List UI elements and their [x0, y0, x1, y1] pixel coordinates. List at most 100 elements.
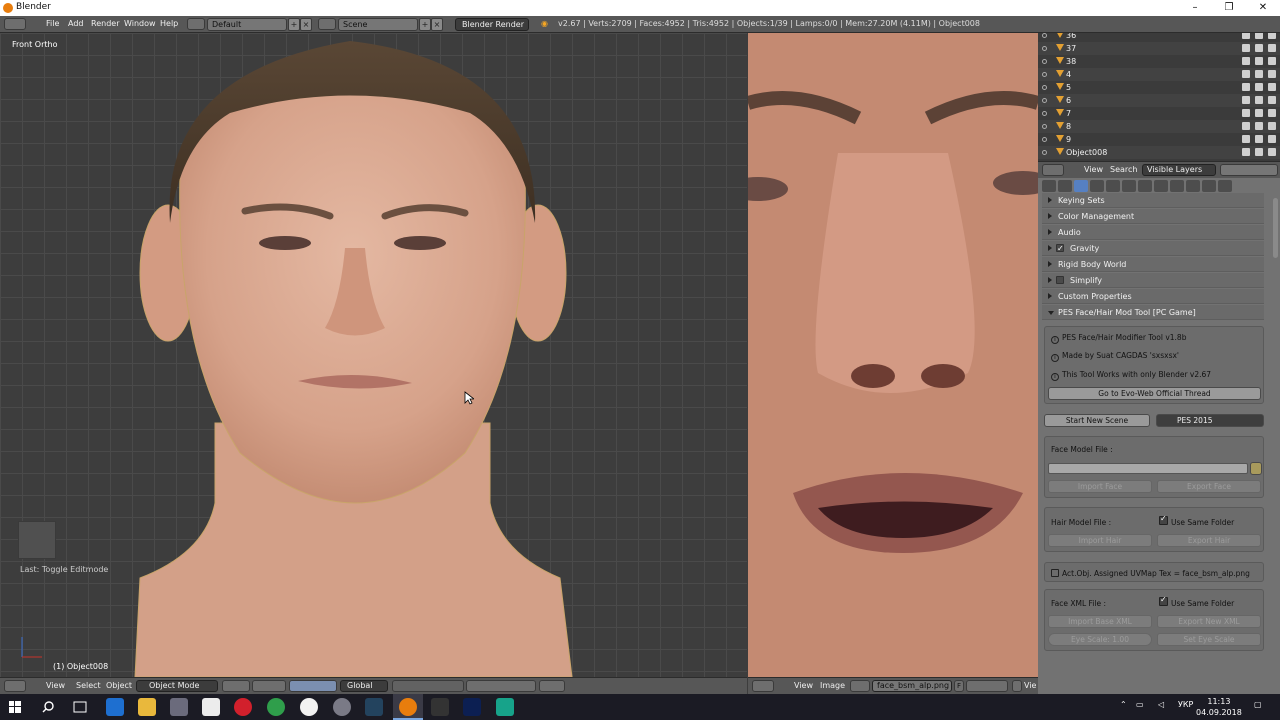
outliner-menu-view[interactable]: View [1084, 165, 1103, 174]
outliner-row[interactable]: 7 [1038, 107, 1280, 120]
game-version-dropdown[interactable]: PES 2015 [1156, 414, 1264, 427]
layers-tab-icon[interactable] [1058, 180, 1072, 192]
export-new-xml-button[interactable]: Export New XML [1157, 615, 1261, 628]
visibility-icons[interactable] [1242, 70, 1276, 78]
tray-chevron-icon[interactable]: ⌃ [1120, 700, 1127, 709]
close-button[interactable]: ✕ [1246, 0, 1280, 16]
mail-icon[interactable] [202, 698, 220, 716]
visibility-icons[interactable] [1242, 96, 1276, 104]
physics-tab-icon[interactable] [1218, 180, 1232, 192]
image-editor-type-button[interactable] [752, 680, 774, 692]
search-icon[interactable] [42, 701, 54, 713]
network-icon[interactable]: ▭ [1136, 700, 1144, 709]
image-menu-view[interactable]: View [794, 681, 813, 690]
outliner-row[interactable]: 4 [1038, 68, 1280, 81]
modifiers-tab-icon[interactable] [1138, 180, 1152, 192]
store-icon[interactable] [170, 698, 188, 716]
outliner-row[interactable]: 37 [1038, 42, 1280, 55]
outliner-row[interactable]: 9 [1038, 133, 1280, 146]
outliner-row[interactable]: 8 [1038, 120, 1280, 133]
uv-image-editor[interactable] [748, 33, 1038, 677]
outliner-row[interactable]: 5 [1038, 81, 1280, 94]
viewport-menu-view[interactable]: View [46, 681, 65, 690]
panel-custom-properties[interactable]: Custom Properties [1042, 289, 1264, 304]
hair-same-folder-checkbox[interactable] [1159, 514, 1168, 525]
task-view-icon[interactable] [73, 701, 87, 713]
particles-tab-icon[interactable] [1202, 180, 1216, 192]
xml-same-folder-checkbox[interactable] [1159, 595, 1168, 606]
editor-type-button[interactable] [4, 18, 26, 30]
panel-rigid-body-world[interactable]: Rigid Body World [1042, 257, 1264, 272]
language-indicator[interactable]: УКР [1178, 700, 1193, 709]
gravity-checkbox[interactable] [1056, 241, 1064, 256]
evo-web-thread-button[interactable]: Go to Evo-Web Official Thread [1048, 387, 1261, 400]
visibility-icons[interactable] [1242, 44, 1276, 52]
texture-tab-icon[interactable] [1186, 180, 1200, 192]
visibility-icons[interactable] [1242, 57, 1276, 65]
visibility-icons[interactable] [1242, 122, 1276, 130]
outliner-menu-search[interactable]: Search [1110, 165, 1137, 174]
clock[interactable]: 11:13 04.09.2018 [1196, 696, 1242, 718]
screen-layout-field[interactable]: Default [207, 18, 287, 31]
import-hair-button[interactable]: Import Hair [1048, 534, 1152, 547]
render-tab-icon[interactable] [1042, 180, 1056, 192]
scene-field[interactable]: Scene [338, 18, 418, 31]
minimize-button[interactable]: – [1178, 0, 1212, 16]
visibility-icons[interactable] [1242, 148, 1276, 156]
viewport-editor-type-button[interactable] [4, 680, 26, 692]
photos-icon[interactable] [431, 698, 449, 716]
export-hair-button[interactable]: Export Hair [1157, 534, 1261, 547]
add-scene-button[interactable]: + [419, 18, 431, 31]
last-operator-label[interactable]: Last: Toggle Editmode [20, 565, 108, 574]
menu-render[interactable]: Render [91, 19, 119, 28]
layers-grid[interactable] [392, 680, 464, 692]
object-tab-icon[interactable] [1106, 180, 1120, 192]
viewport-menu-select[interactable]: Select [76, 681, 101, 690]
viewport-shading-button[interactable] [222, 680, 250, 692]
image-action-buttons[interactable] [966, 680, 1008, 692]
visibility-icons[interactable] [1242, 83, 1276, 91]
menu-add[interactable]: Add [68, 19, 84, 28]
start-new-scene-button[interactable]: Start New Scene [1044, 414, 1150, 427]
outliner-search-field[interactable] [1220, 164, 1278, 176]
image-browse-button[interactable] [850, 680, 870, 692]
windows-start-icon[interactable] [9, 701, 21, 713]
app-3-icon[interactable] [496, 698, 514, 716]
panel-keying-sets[interactable]: Keying Sets [1042, 193, 1264, 208]
scene-tab-icon[interactable] [1074, 180, 1088, 192]
blender-taskbar-icon[interactable] [399, 698, 417, 716]
yandex-browser-icon[interactable] [300, 698, 318, 716]
opera-browser-icon[interactable] [234, 698, 252, 716]
constraints-tab-icon[interactable] [1122, 180, 1136, 192]
properties-scrollbar[interactable] [1273, 198, 1278, 258]
simplify-checkbox[interactable] [1056, 276, 1064, 284]
material-tab-icon[interactable] [1170, 180, 1184, 192]
eye-scale-slider[interactable]: Eye Scale: 1.00 [1048, 633, 1152, 646]
panel-color-management[interactable]: Color Management [1042, 209, 1264, 224]
scene-icon[interactable] [318, 18, 336, 30]
set-eye-scale-button[interactable]: Set Eye Scale [1157, 633, 1261, 646]
panel-audio[interactable]: Audio [1042, 225, 1264, 240]
app-icon[interactable] [333, 698, 351, 716]
screen-layout-icon[interactable] [187, 18, 205, 30]
outliner-row[interactable]: 6 [1038, 94, 1280, 107]
image-menu-view-2[interactable]: Vie [1024, 681, 1036, 690]
photoshop-icon[interactable] [463, 698, 481, 716]
visibility-icons[interactable] [1242, 109, 1276, 117]
snap-buttons[interactable] [466, 680, 536, 692]
folder-browse-icon[interactable] [1250, 462, 1262, 475]
notifications-icon[interactable]: ▢ [1254, 700, 1262, 709]
panel-gravity[interactable]: Gravity [1042, 241, 1264, 256]
volume-icon[interactable]: ◁ [1158, 700, 1164, 709]
properties-context-tabs[interactable] [1042, 180, 1276, 192]
steam-icon[interactable] [365, 698, 383, 716]
pivot-point-button[interactable] [252, 680, 286, 692]
edge-browser-icon[interactable] [106, 698, 124, 716]
file-explorer-icon[interactable] [138, 698, 156, 716]
outliner-editor-type-button[interactable] [1042, 164, 1064, 176]
render-engine-dropdown[interactable]: Blender Render [455, 18, 529, 31]
outliner-row[interactable]: 36 [1038, 33, 1280, 42]
import-face-button[interactable]: Import Face [1048, 480, 1152, 493]
world-tab-icon[interactable] [1090, 180, 1104, 192]
viewport-menu-object[interactable]: Object [106, 681, 132, 690]
